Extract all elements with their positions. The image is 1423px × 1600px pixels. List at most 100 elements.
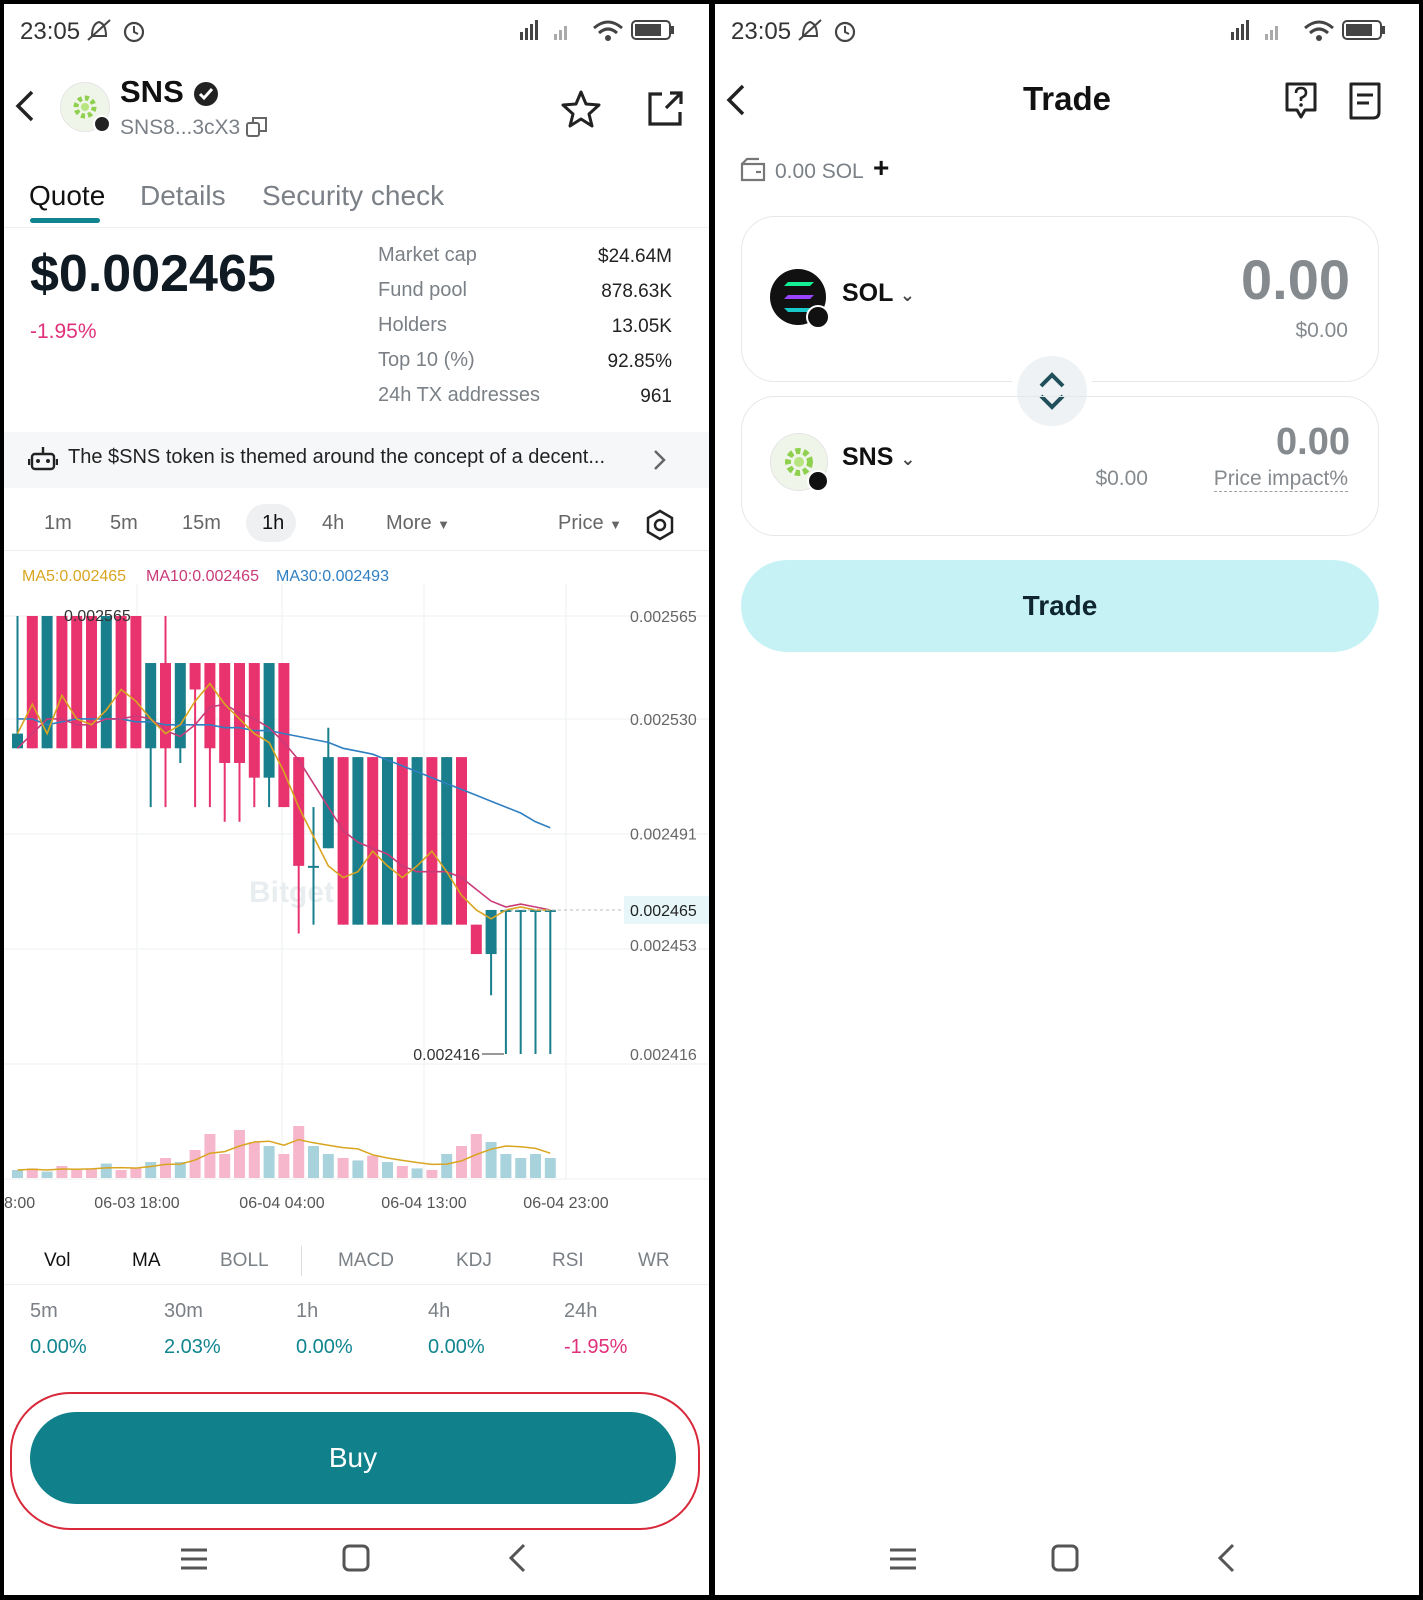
volume-bar — [160, 1158, 171, 1178]
indicator-macd[interactable]: MACD — [338, 1250, 394, 1272]
candle-body — [263, 663, 275, 778]
chevron-down-icon: ⌄ — [899, 285, 915, 305]
token-stats: Market cap $24.64M Fund pool 878.63K Holde… — [378, 244, 688, 419]
x-tick-label: 06-04 13:00 — [381, 1195, 467, 1212]
x-tick-label: 06-04 23:00 — [523, 1195, 609, 1212]
volume-bar — [308, 1146, 319, 1178]
back-icon[interactable] — [10, 86, 40, 126]
stat-value: $24.64M — [598, 246, 672, 267]
candle-body — [160, 663, 171, 749]
perf-label-4h: 4h — [428, 1300, 451, 1322]
volume-bar — [71, 1170, 83, 1178]
perf-value-5m: 0.00% — [30, 1336, 87, 1358]
volume-bar — [293, 1126, 305, 1178]
timeframe-1m[interactable]: 1m — [44, 512, 72, 535]
share-icon[interactable] — [644, 88, 686, 130]
volume-bar — [219, 1154, 231, 1178]
x-tick-label: 8:00 — [4, 1195, 35, 1212]
high-price-label: 0.002565 — [64, 608, 131, 625]
menu-nav-icon[interactable] — [178, 1544, 210, 1574]
candle-body — [189, 663, 201, 690]
volume-bar — [441, 1154, 453, 1178]
home-nav-icon[interactable] — [1049, 1542, 1081, 1574]
volume-bar — [115, 1170, 127, 1178]
stat-label: 24h TX addresses — [378, 384, 540, 406]
volume-bar — [337, 1158, 349, 1178]
candle-body — [100, 616, 112, 749]
y-tick-label: 0.002530 — [630, 712, 697, 729]
y-tick-label: 0.002491 — [630, 827, 697, 844]
home-nav-icon[interactable] — [340, 1542, 372, 1574]
volume-bar — [530, 1154, 541, 1178]
robot-icon — [28, 447, 58, 471]
from-amount-input[interactable]: 0.00 — [1241, 247, 1350, 312]
star-icon[interactable] — [560, 88, 602, 130]
timeframe-4h[interactable]: 4h — [322, 512, 344, 535]
price-selector[interactable]: Price ▼ — [558, 512, 622, 535]
candle-body — [86, 616, 97, 749]
menu-nav-icon[interactable] — [887, 1544, 919, 1574]
status-time: 23:05 — [20, 18, 81, 45]
stat-value: 92.85% — [607, 351, 672, 372]
stat-value: 961 — [640, 386, 672, 407]
y-axis: 0.002565 0.002530 0.002491 0.002453 0.002416 — [630, 609, 697, 1064]
to-token-selector[interactable]: SNS ⌄ — [842, 443, 915, 472]
stat-label: Top 10 (%) — [378, 349, 475, 371]
tab-details[interactable]: Details — [140, 180, 226, 212]
timeframe-more[interactable]: More ▼ — [386, 512, 450, 535]
tab-security-check[interactable]: Security check — [262, 180, 444, 212]
timeframe-15m[interactable]: 15m — [182, 512, 221, 535]
candle-body — [293, 757, 305, 866]
signal-wifi-battery-icon — [520, 20, 674, 41]
order-history-icon[interactable] — [1345, 80, 1385, 122]
sol-logo — [770, 269, 830, 329]
ai-summary-banner[interactable]: The $SNS token is themed around the conc… — [4, 432, 709, 488]
to-token-card: SNS ⌄ 0.00 $0.00 Price impact% — [741, 396, 1379, 536]
volume-bar — [145, 1162, 157, 1178]
candle-body — [396, 757, 408, 925]
indicator-rsi[interactable]: RSI — [552, 1250, 584, 1272]
stat-label: Fund pool — [378, 279, 467, 301]
indicator-kdj[interactable]: KDJ — [456, 1250, 492, 1272]
volume-bar — [382, 1162, 393, 1178]
chart-settings-icon[interactable] — [644, 509, 676, 541]
from-token-selector[interactable]: SOL ⌄ — [842, 279, 915, 308]
indicator-vol[interactable]: Vol — [44, 1250, 70, 1272]
tab-quote[interactable]: Quote — [29, 180, 105, 212]
stat-row: Market cap $24.64M — [378, 244, 688, 279]
volume-bar — [234, 1130, 245, 1178]
volume-bar — [426, 1170, 438, 1178]
trade-button[interactable]: Trade — [741, 560, 1379, 652]
token-logo — [60, 82, 111, 133]
mute-alarm-icon — [87, 19, 145, 43]
candle-body — [337, 757, 349, 925]
indicator-boll[interactable]: BOLL — [220, 1250, 269, 1272]
help-icon[interactable] — [1281, 80, 1321, 122]
back-nav-icon[interactable] — [504, 1542, 532, 1574]
solana-chain-badge — [93, 115, 111, 133]
buy-button[interactable]: Buy — [30, 1412, 676, 1504]
indicator-ma[interactable]: MA — [132, 1250, 161, 1272]
x-tick-label: 06-04 04:00 — [239, 1195, 325, 1212]
perf-label-30m: 30m — [164, 1300, 203, 1322]
stat-row: 24h TX addresses 961 — [378, 384, 688, 419]
current-price-tag-label: 0.002465 — [630, 903, 697, 920]
indicator-wr[interactable]: WR — [638, 1250, 670, 1272]
chevron-right-icon — [654, 450, 666, 470]
price-impact-link[interactable]: Price impact% — [1213, 467, 1348, 492]
candle-body — [130, 616, 142, 749]
add-funds-button[interactable]: + — [873, 152, 889, 184]
timeframe-1h[interactable]: 1h — [262, 512, 284, 535]
stat-label: Market cap — [378, 244, 477, 266]
indicator-bar: Vol MA BOLL MACD KDJ RSI WR — [4, 1240, 709, 1284]
timeframe-more-label: More — [386, 512, 432, 534]
copy-icon[interactable] — [244, 114, 270, 140]
back-nav-icon[interactable] — [1213, 1542, 1241, 1574]
timeframe-5m[interactable]: 5m — [110, 512, 138, 535]
candle-body — [71, 616, 83, 749]
candle-body — [219, 663, 231, 763]
candlestick-chart[interactable]: Bitget 0.002565 0.002416 0.002465 0.002565… — [4, 584, 709, 1224]
chain-badge — [806, 305, 830, 329]
stat-value: 878.63K — [601, 281, 672, 302]
y-tick-label: 0.002453 — [630, 938, 697, 955]
